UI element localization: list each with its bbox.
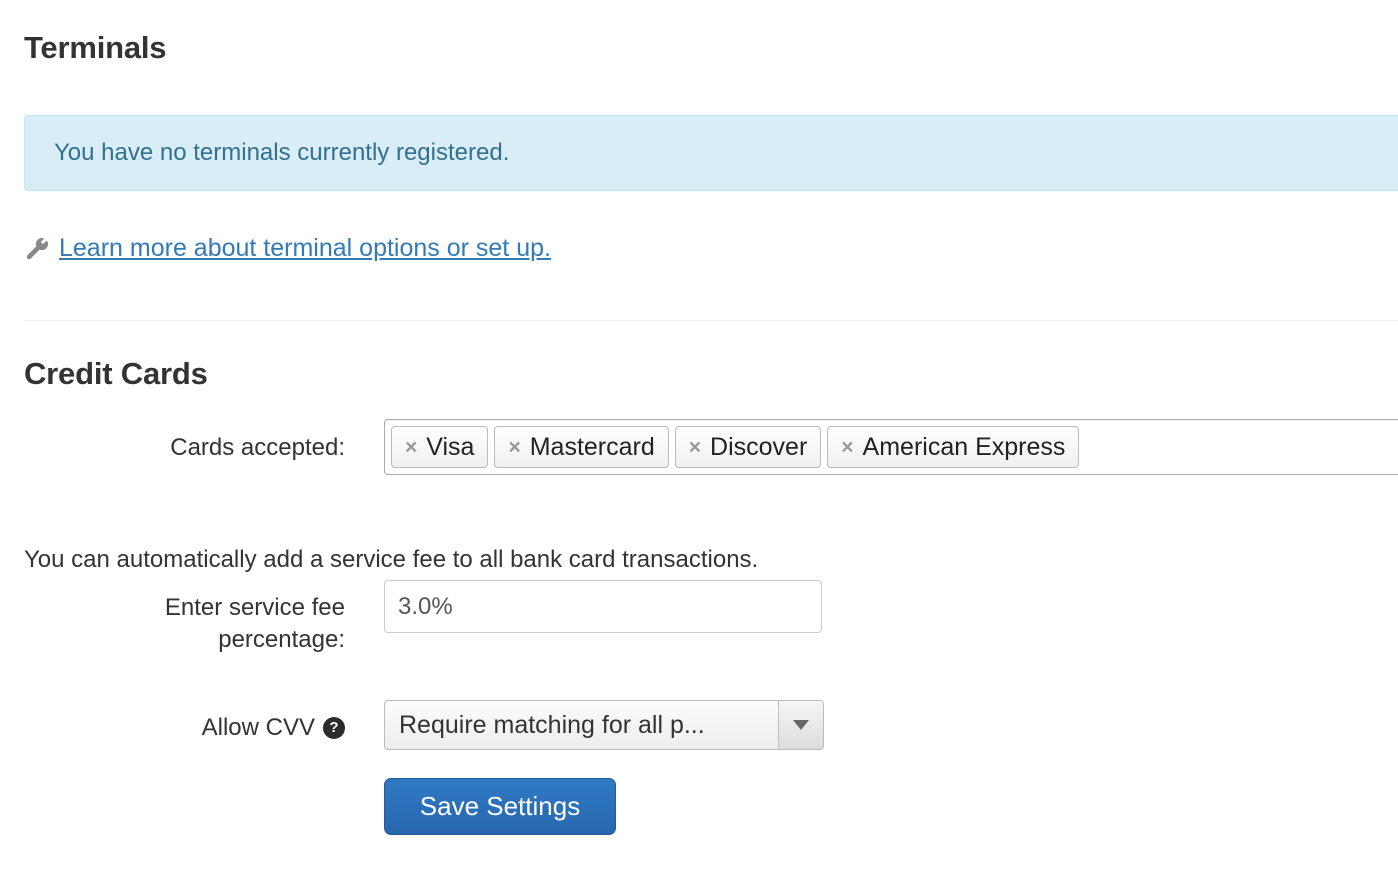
chip-label: Mastercard	[529, 432, 655, 461]
service-fee-description: You can automatically add a service fee …	[24, 546, 759, 573]
card-chip[interactable]: × Discover	[674, 426, 822, 468]
chip-remove-icon[interactable]: ×	[405, 437, 417, 458]
terminal-help-row: Learn more about terminal options or set…	[24, 234, 551, 263]
credit-cards-heading: Credit Cards	[24, 356, 208, 391]
save-settings-button[interactable]: Save Settings	[384, 778, 616, 835]
chip-remove-icon[interactable]: ×	[689, 437, 701, 458]
alert-message: You have no terminals currently register…	[54, 139, 510, 166]
card-chip[interactable]: × Mastercard	[494, 426, 669, 468]
chip-label: Visa	[426, 432, 475, 461]
learn-more-terminal-link[interactable]: Learn more about terminal options or set…	[59, 234, 551, 263]
wrench-icon	[24, 236, 50, 262]
allow-cvv-label: Allow CVV ?	[45, 712, 345, 744]
cards-accepted-multiselect[interactable]: × Visa × Mastercard × Discover × American Expre…	[384, 419, 1398, 475]
chip-remove-icon[interactable]: ×	[841, 437, 853, 458]
page-title: Terminals	[24, 30, 167, 65]
allow-cvv-select[interactable]: Require matching for all p...	[384, 700, 824, 750]
section-divider	[24, 320, 1398, 321]
service-fee-label: Enter service fee percentage:	[164, 594, 345, 653]
settings-page: Terminals You have no terminals currentl…	[0, 0, 1398, 888]
chevron-down-icon[interactable]	[778, 701, 823, 749]
help-icon[interactable]: ?	[323, 716, 345, 739]
no-terminals-alert: You have no terminals currently register…	[24, 115, 1398, 191]
allow-cvv-label-text: Allow CVV	[201, 714, 315, 741]
chip-label: American Express	[862, 432, 1066, 461]
card-chip[interactable]: × Visa	[391, 426, 489, 468]
card-chip[interactable]: × American Express	[827, 426, 1080, 468]
chip-label: Discover	[710, 432, 808, 461]
allow-cvv-selected-value: Require matching for all p...	[399, 710, 705, 739]
service-fee-input[interactable]	[384, 580, 822, 633]
chip-remove-icon[interactable]: ×	[508, 437, 520, 458]
cards-accepted-label: Cards accepted:	[170, 434, 345, 461]
